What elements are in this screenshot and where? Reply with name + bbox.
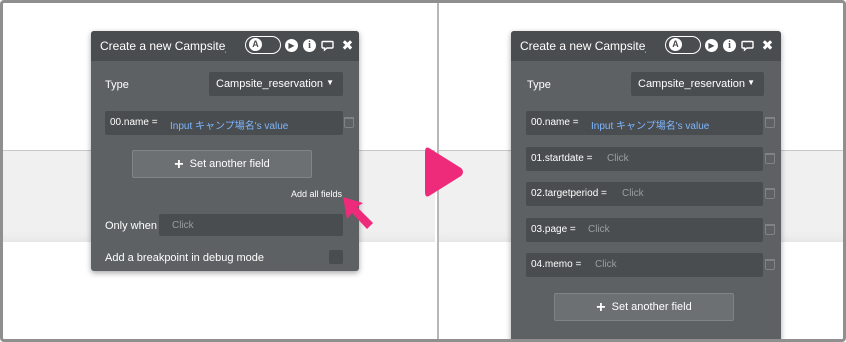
panel-titlebar: Create a new Campsite_r A ▶ i ✖: [511, 31, 781, 61]
field-value[interactable]: Click: [595, 259, 617, 270]
trash-icon[interactable]: [765, 259, 775, 270]
field-value[interactable]: Click: [607, 153, 629, 164]
screenshot-frame: Create a new Campsite_r A ▶ i ✖ Type Cam…: [0, 0, 846, 342]
right-arrow-icon: [425, 147, 463, 197]
field-row-targetperiod[interactable]: 02.targetperiod = Click: [526, 182, 763, 206]
play-icon[interactable]: ▶: [285, 39, 298, 52]
plus-icon: +: [174, 156, 184, 173]
only-when-label: Only when: [105, 220, 157, 232]
trash-icon[interactable]: [765, 188, 775, 199]
type-dropdown[interactable]: Campsite_reservation ▼: [209, 72, 343, 96]
field-row-startdate[interactable]: 01.startdate = Click: [526, 147, 763, 171]
action-property-panel-after: Create a new Campsite_r A ▶ i ✖ Type Cam…: [511, 31, 781, 339]
trash-icon[interactable]: [765, 117, 775, 128]
field-row-page[interactable]: 03.page = Click: [526, 218, 763, 242]
chevron-down-icon: ▼: [747, 78, 755, 87]
field-name: 04.memo =: [531, 259, 582, 270]
field-value[interactable]: Input キャンプ場名's value: [591, 117, 709, 132]
type-label: Type: [105, 79, 129, 91]
type-dropdown-value: Campsite_reservation: [216, 78, 323, 90]
field-row-name[interactable]: 00.name = Input キャンプ場名's value: [526, 111, 763, 135]
type-label: Type: [527, 79, 551, 91]
type-dropdown-value: Campsite_reservation: [638, 78, 745, 90]
field-name: 01.startdate =: [531, 153, 593, 164]
add-all-fields-link[interactable]: Add all fields: [291, 189, 342, 199]
trash-icon[interactable]: [765, 224, 775, 235]
trash-icon[interactable]: [765, 153, 775, 164]
plus-icon: +: [596, 299, 606, 316]
field-value[interactable]: Click: [622, 188, 644, 199]
action-property-panel-before: Create a new Campsite_r A ▶ i ✖ Type Cam…: [91, 31, 359, 271]
chevron-down-icon: ▼: [326, 78, 334, 87]
close-icon[interactable]: ✖: [341, 38, 354, 52]
info-icon[interactable]: i: [303, 39, 316, 52]
field-name: 03.page =: [531, 224, 576, 235]
field-name: 00.name =: [110, 117, 158, 128]
close-icon[interactable]: ✖: [761, 38, 774, 52]
breakpoint-label: Add a breakpoint in debug mode: [105, 252, 265, 264]
user-toggle-icon[interactable]: A: [665, 36, 701, 54]
field-value[interactable]: Input キャンプ場名's value: [170, 117, 288, 132]
user-toggle-icon[interactable]: A: [245, 36, 281, 54]
play-icon[interactable]: ▶: [705, 39, 718, 52]
field-name: 02.targetperiod =: [531, 188, 607, 199]
panel-titlebar: Create a new Campsite_r A ▶ i ✖: [91, 31, 359, 61]
set-another-field-button[interactable]: + Set another field: [554, 293, 734, 321]
comment-icon[interactable]: [321, 39, 334, 52]
trash-icon[interactable]: [344, 117, 354, 128]
comment-icon[interactable]: [741, 39, 754, 52]
breakpoint-checkbox[interactable]: [329, 250, 343, 264]
set-another-field-button[interactable]: + Set another field: [132, 150, 312, 178]
info-icon[interactable]: i: [723, 39, 736, 52]
only-when-input[interactable]: Click: [159, 214, 343, 236]
pointer-cursor-icon: [343, 197, 373, 229]
field-value[interactable]: Click: [588, 224, 610, 235]
panel-title: Create a new Campsite_r: [100, 39, 226, 53]
panel-title: Create a new Campsite_r: [520, 39, 646, 53]
type-dropdown[interactable]: Campsite_reservation ▼: [631, 72, 764, 96]
field-name: 00.name =: [531, 117, 579, 128]
field-row-name[interactable]: 00.name = Input キャンプ場名's value: [105, 111, 343, 135]
field-row-memo[interactable]: 04.memo = Click: [526, 253, 763, 277]
